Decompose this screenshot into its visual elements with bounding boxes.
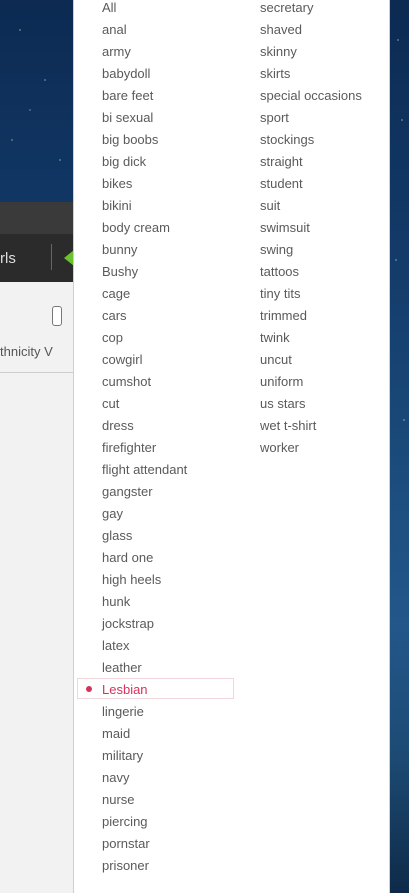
category-item[interactable]: stockings: [260, 129, 362, 151]
category-item[interactable]: cut: [102, 393, 187, 415]
category-item[interactable]: gangster: [102, 481, 187, 503]
category-item[interactable]: latex: [102, 635, 187, 657]
category-item[interactable]: bikes: [102, 173, 187, 195]
category-item[interactable]: anal: [102, 19, 187, 41]
category-item[interactable]: dress: [102, 415, 187, 437]
nav-link-text[interactable]: rls: [0, 250, 16, 267]
category-item[interactable]: bikini: [102, 195, 187, 217]
category-item[interactable]: prisoner: [102, 855, 187, 877]
category-item[interactable]: pornstar: [102, 833, 187, 855]
category-item[interactable]: lingerie: [102, 701, 187, 723]
category-item[interactable]: worker: [260, 437, 362, 459]
background-page-topbar: [0, 202, 80, 234]
divider: [0, 372, 80, 373]
category-item[interactable]: nurse: [102, 789, 187, 811]
category-item[interactable]: trimmed: [260, 305, 362, 327]
category-item[interactable]: bare feet: [102, 85, 187, 107]
category-item[interactable]: swimsuit: [260, 217, 362, 239]
category-item[interactable]: navy: [102, 767, 187, 789]
category-item[interactable]: piercing: [102, 811, 187, 833]
background-page: rls thnicity V: [0, 202, 80, 893]
category-item[interactable]: cars: [102, 305, 187, 327]
category-item[interactable]: big dick: [102, 151, 187, 173]
category-item[interactable]: military: [102, 745, 187, 767]
category-item[interactable]: hard one: [102, 547, 187, 569]
category-item[interactable]: maid: [102, 723, 187, 745]
category-item[interactable]: firefighter: [102, 437, 187, 459]
category-item[interactable]: suit: [260, 195, 362, 217]
selected-dot-icon: [86, 686, 92, 692]
category-item[interactable]: special occasions: [260, 85, 362, 107]
category-item[interactable]: tiny tits: [260, 283, 362, 305]
category-column-1: All anal army babydoll bare feet bi sexual big…: [102, 0, 187, 877]
ethnicity-filter-label: thnicity: [0, 344, 41, 359]
category-column-2: secretary shaved skinny skirts special occas…: [260, 0, 362, 459]
category-item[interactable]: skinny: [260, 41, 362, 63]
category-item[interactable]: high heels: [102, 569, 187, 591]
category-item[interactable]: uniform: [260, 371, 362, 393]
nav-separator: [51, 244, 52, 270]
category-item[interactable]: cop: [102, 327, 187, 349]
category-item[interactable]: flight attendant: [102, 459, 187, 481]
category-item[interactable]: Bushy: [102, 261, 187, 283]
category-item[interactable]: secretary: [260, 0, 362, 19]
ethnicity-filter[interactable]: thnicity V: [0, 344, 53, 359]
category-item[interactable]: army: [102, 41, 187, 63]
category-item[interactable]: All: [102, 0, 187, 19]
category-item[interactable]: cage: [102, 283, 187, 305]
category-item[interactable]: glass: [102, 525, 187, 547]
category-item[interactable]: big boobs: [102, 129, 187, 151]
category-item[interactable]: cowgirl: [102, 349, 187, 371]
category-item[interactable]: leather: [102, 657, 187, 679]
category-item[interactable]: swing: [260, 239, 362, 261]
category-item[interactable]: student: [260, 173, 362, 195]
category-item[interactable]: babydoll: [102, 63, 187, 85]
category-item[interactable]: sport: [260, 107, 362, 129]
category-item[interactable]: gay: [102, 503, 187, 525]
category-dropdown[interactable]: All anal army babydoll bare feet bi sexual big…: [73, 0, 390, 893]
category-item[interactable]: bi sexual: [102, 107, 187, 129]
category-item[interactable]: bunny: [102, 239, 187, 261]
background-page-nav: rls: [0, 234, 80, 282]
category-item[interactable]: body cream: [102, 217, 187, 239]
category-item[interactable]: hunk: [102, 591, 187, 613]
category-item-selected[interactable]: Lesbian: [102, 679, 187, 701]
category-item[interactable]: skirts: [260, 63, 362, 85]
chevron-down-icon: V: [44, 344, 53, 359]
toggle-switch[interactable]: [52, 306, 62, 326]
category-item[interactable]: tattoos: [260, 261, 362, 283]
category-item[interactable]: wet t-shirt: [260, 415, 362, 437]
category-item[interactable]: jockstrap: [102, 613, 187, 635]
category-item[interactable]: straight: [260, 151, 362, 173]
category-item[interactable]: us stars: [260, 393, 362, 415]
category-item[interactable]: shaved: [260, 19, 362, 41]
category-item[interactable]: uncut: [260, 349, 362, 371]
category-item[interactable]: cumshot: [102, 371, 187, 393]
category-item[interactable]: twink: [260, 327, 362, 349]
